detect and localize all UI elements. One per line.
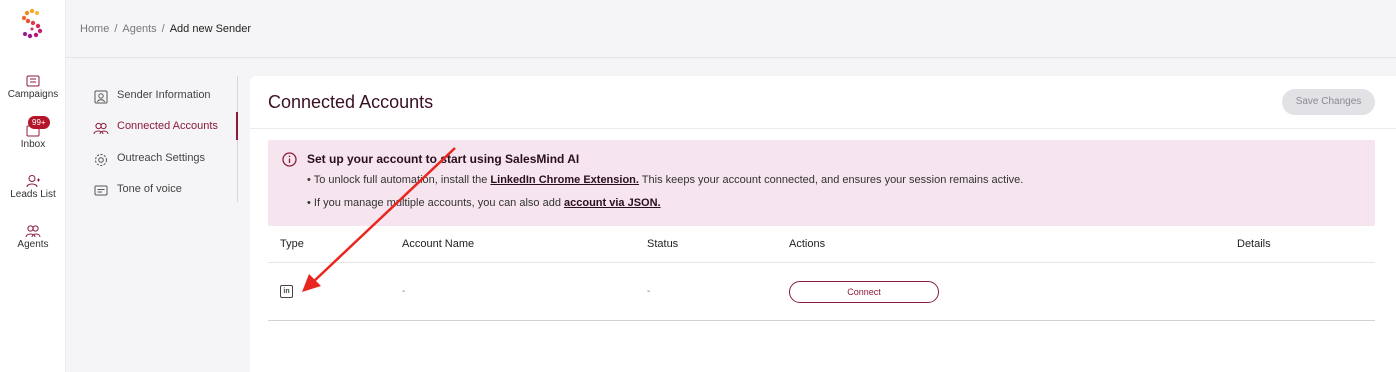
column-header-status: Status (647, 238, 679, 250)
settings-nav-sender-information[interactable]: Sender Information (86, 81, 238, 109)
column-header-actions: Actions (789, 238, 826, 250)
breadcrumb-current: Add new Sender (169, 23, 252, 35)
settings-nav-label: Tone of voice (117, 183, 182, 195)
notice-text: This keeps your account connected, and e… (638, 174, 1024, 186)
settings-nav-tone-of-voice[interactable]: Tone of voice (86, 175, 238, 203)
notice-line-extension: • To unlock full automation, install the… (307, 174, 1023, 186)
rail-item-label: Leads List (10, 189, 56, 200)
settings-nav: Sender Information Connected Accounts Ou… (86, 76, 238, 202)
settings-nav-label: Connected Accounts (117, 120, 218, 132)
info-icon (282, 152, 297, 167)
linkedin-icon: in (280, 285, 293, 298)
account-name-cell: - (402, 286, 406, 297)
agents-icon (25, 225, 41, 238)
campaigns-icon (26, 75, 40, 87)
save-changes-button[interactable]: Save Changes (1282, 89, 1375, 115)
account-via-json-link[interactable]: account via JSON. (564, 197, 661, 209)
linkedin-extension-link[interactable]: LinkedIn Chrome Extension. (490, 174, 639, 186)
notice-title: Set up your account to start using Sales… (307, 152, 580, 166)
page-title: Connected Accounts (268, 92, 434, 112)
chat-icon (94, 185, 108, 196)
column-header-details: Details (1237, 238, 1271, 250)
salesmind-logo[interactable] (18, 7, 46, 41)
notice-text: • If you manage multiple accounts, you c… (307, 197, 565, 209)
top-bar: Home / Agents / Add new Sender (66, 0, 1396, 58)
settings-nav-label: Outreach Settings (117, 152, 206, 164)
add-user-icon (26, 175, 40, 188)
breadcrumb: Home / Agents / Add new Sender (80, 23, 251, 35)
user-card-icon (94, 90, 108, 104)
rail-item-agents[interactable]: Agents (0, 224, 66, 250)
notice-text: • To unlock full automation, install the (307, 174, 491, 186)
inbox-count-badge: 99+ (28, 116, 50, 129)
users-icon (93, 122, 109, 135)
divider (250, 128, 1396, 129)
breadcrumb-separator: / (161, 23, 165, 35)
left-rail: Campaigns Inbox 99+ Leads List Agents (0, 0, 66, 372)
rail-item-campaigns[interactable]: Campaigns (0, 74, 66, 100)
column-header-type: Type (280, 238, 304, 250)
table-header-divider (268, 262, 1375, 263)
rail-item-leads-list[interactable]: Leads List (0, 174, 66, 200)
column-header-account-name: Account Name (402, 238, 475, 250)
setup-notice: Set up your account to start using Sales… (268, 140, 1375, 226)
connect-button[interactable]: Connect (789, 281, 939, 303)
notice-line-json: • If you manage multiple accounts, you c… (307, 197, 661, 209)
gear-icon (95, 154, 107, 166)
connected-accounts-card: Connected Accounts Save Changes Set up y… (250, 76, 1396, 372)
breadcrumb-agents[interactable]: Agents (122, 23, 156, 35)
status-cell: - (647, 286, 651, 297)
rail-item-label: Inbox (20, 139, 46, 150)
table-row-divider (268, 320, 1375, 321)
settings-nav-label: Sender Information (117, 89, 211, 101)
settings-nav-outreach-settings[interactable]: Outreach Settings (86, 144, 238, 172)
settings-nav-connected-accounts[interactable]: Connected Accounts (86, 112, 238, 140)
breadcrumb-separator: / (114, 23, 118, 35)
rail-item-label: Campaigns (7, 89, 59, 100)
breadcrumb-home[interactable]: Home (80, 23, 109, 35)
rail-item-label: Agents (17, 239, 49, 250)
